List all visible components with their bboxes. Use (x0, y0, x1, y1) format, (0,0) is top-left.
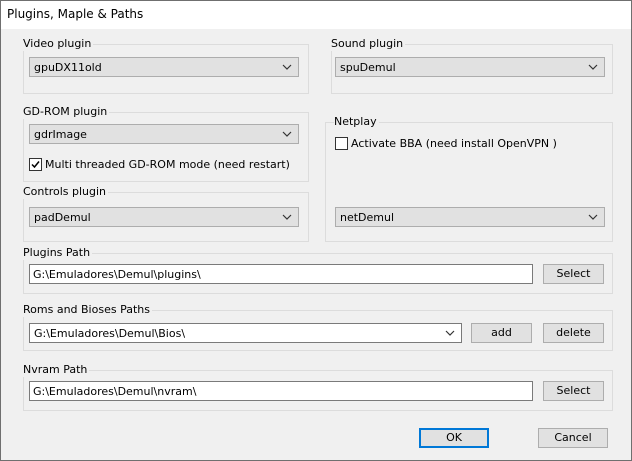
gdrom-plugin-value: gdrImage (34, 128, 87, 141)
plugins-dialog: Plugins, Maple & Paths Video plugin gpuD… (0, 0, 632, 461)
sound-plugin-label: Sound plugin (331, 37, 406, 51)
gdrom-plugin-select[interactable]: gdrImage (29, 124, 299, 144)
chevron-down-icon (588, 64, 598, 70)
chevron-down-icon (282, 64, 292, 70)
roms-paths-select[interactable]: G:\Emuladores\Demul\Bios\ (29, 323, 462, 343)
plugins-path-input[interactable] (30, 265, 532, 283)
nvram-path-select-button[interactable]: Select (543, 381, 604, 401)
cancel-button[interactable]: Cancel (538, 428, 608, 448)
chevron-down-icon (282, 131, 292, 137)
plugins-path-select-button[interactable]: Select (543, 264, 604, 284)
delete-path-button[interactable]: delete (543, 323, 604, 343)
nvram-path-label: Nvram Path (23, 363, 90, 377)
chevron-down-icon (282, 214, 292, 220)
nvram-path-field[interactable] (29, 381, 533, 401)
controls-plugin-value: padDemul (34, 211, 91, 224)
title-bar: Plugins, Maple & Paths (1, 1, 631, 29)
chevron-down-icon (588, 214, 598, 220)
activate-bba-checkbox[interactable] (335, 137, 348, 150)
add-path-button[interactable]: add (471, 323, 532, 343)
multithread-gdrom-label: Multi threaded GD-ROM mode (need restart… (45, 158, 290, 171)
plugins-path-field[interactable] (29, 264, 533, 284)
ok-button[interactable]: OK (419, 428, 489, 448)
video-plugin-select[interactable]: gpuDX11old (29, 57, 299, 77)
checkmark-icon (31, 161, 40, 169)
video-plugin-value: gpuDX11old (34, 61, 102, 74)
multithread-gdrom-checkbox[interactable] (29, 158, 42, 171)
controls-plugin-select[interactable]: padDemul (29, 207, 299, 227)
window-title: Plugins, Maple & Paths (7, 7, 144, 21)
netplay-select[interactable]: netDemul (335, 207, 605, 227)
roms-paths-label: Roms and Bioses Paths (23, 303, 152, 317)
netplay-label: Netplay (334, 115, 379, 129)
sound-plugin-value: spuDemul (340, 61, 396, 74)
netplay-value: netDemul (340, 211, 395, 224)
activate-bba-label: Activate BBA (need install OpenVPN ) (351, 137, 557, 150)
gdrom-plugin-group: GD-ROM plugin (23, 105, 309, 182)
roms-paths-value: G:\Emuladores\Demul\Bios\ (34, 327, 186, 340)
chevron-down-icon (445, 330, 455, 336)
nvram-path-input[interactable] (30, 382, 532, 400)
video-plugin-label: Video plugin (23, 37, 94, 51)
controls-plugin-label: Controls plugin (23, 185, 109, 199)
plugins-path-label: Plugins Path (23, 246, 93, 260)
gdrom-plugin-label: GD-ROM plugin (23, 105, 110, 119)
sound-plugin-select[interactable]: spuDemul (335, 57, 605, 77)
